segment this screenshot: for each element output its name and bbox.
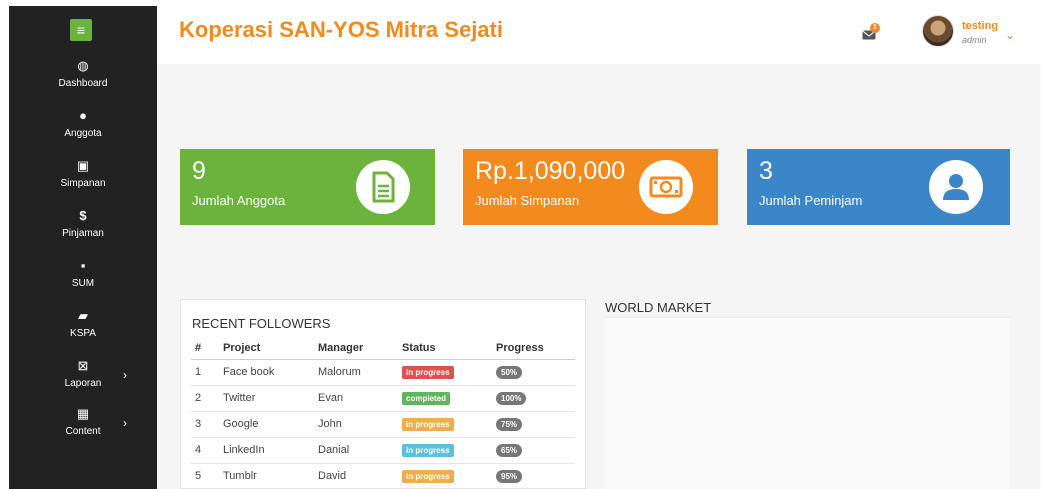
stat-value: Rp.1,090,000 bbox=[475, 157, 626, 185]
row-number: 2 bbox=[191, 385, 219, 412]
stat-label: Jumlah Peminjam bbox=[759, 193, 863, 208]
followers-table: # Project Manager Status Progress 1 Face… bbox=[191, 337, 575, 489]
table-row[interactable]: 1 Face book Malorum in progress 50% bbox=[191, 359, 575, 386]
money-bill-icon bbox=[639, 160, 693, 214]
sidebar-item-label: Pinjaman bbox=[62, 228, 104, 239]
row-number: 4 bbox=[191, 437, 219, 464]
progress-badge: 65% bbox=[496, 443, 523, 457]
chevron-right-icon: › bbox=[123, 416, 127, 430]
column-header: Project bbox=[219, 337, 314, 360]
manager-cell: Evan bbox=[314, 385, 398, 412]
sidebar-item-label: Simpanan bbox=[60, 178, 106, 189]
dollar-icon: $ bbox=[79, 208, 87, 223]
manager-cell: Malorum bbox=[314, 359, 398, 386]
user-name[interactable]: testing bbox=[962, 20, 998, 32]
sidebar-item-label: Laporan bbox=[64, 378, 102, 389]
project-cell: Tumblr bbox=[219, 463, 314, 489]
project-cell: Face book bbox=[219, 359, 314, 386]
user-circle-icon bbox=[929, 160, 983, 214]
table-row[interactable]: 3 Google John in progress 75% bbox=[191, 411, 575, 438]
progress-cell: 100% bbox=[492, 385, 575, 412]
document-icon bbox=[356, 160, 410, 214]
progress-badge: 100% bbox=[496, 391, 527, 405]
manager-cell: Danial bbox=[314, 437, 398, 464]
user-icon: ● bbox=[79, 108, 87, 123]
user-role: admin bbox=[962, 35, 987, 45]
stat-label: Jumlah Anggota bbox=[192, 193, 286, 208]
stat-label: Jumlah Simpanan bbox=[475, 193, 580, 208]
status-badge: in progress bbox=[402, 365, 454, 379]
column-header: # bbox=[191, 337, 219, 360]
sidebar-item-label: SUM bbox=[71, 278, 95, 289]
status-badge: in progress bbox=[402, 417, 454, 431]
sidebar-item-label: Content bbox=[65, 426, 101, 437]
column-header: Manager bbox=[314, 337, 398, 360]
world-market-map-area[interactable] bbox=[605, 317, 1010, 489]
sidebar-item-dashboard[interactable]: ◍ Dashboard bbox=[9, 58, 157, 104]
row-number: 1 bbox=[191, 359, 219, 386]
notification-badge: 1 bbox=[870, 23, 880, 33]
stat-card-simpanan[interactable]: Rp.1,090,000 Jumlah Simpanan bbox=[463, 149, 718, 225]
avatar[interactable] bbox=[922, 15, 954, 47]
stat-value: 3 bbox=[759, 157, 773, 185]
sidebar-item-label: Dashboard bbox=[58, 78, 108, 89]
sidebar-item-content[interactable]: ▦ Content › bbox=[9, 406, 157, 452]
status-badge: in progress bbox=[402, 443, 454, 457]
row-number: 3 bbox=[191, 411, 219, 438]
progress-cell: 75% bbox=[492, 411, 575, 438]
progress-badge: 50% bbox=[496, 365, 523, 379]
sidebar-item-anggota[interactable]: ● Anggota bbox=[9, 108, 157, 154]
chevron-down-icon[interactable]: ⌄ bbox=[1005, 28, 1015, 42]
status-cell: in progress bbox=[398, 359, 492, 386]
project-cell: Twitter bbox=[219, 385, 314, 412]
column-header: Status bbox=[398, 337, 492, 360]
manager-cell: John bbox=[314, 411, 398, 438]
recent-followers-panel: RECENT FOLLOWERS # Project Manager Statu… bbox=[180, 299, 586, 489]
progress-badge: 75% bbox=[496, 417, 523, 431]
manager-cell: David bbox=[314, 463, 398, 489]
table-row[interactable]: 5 Tumblr David in progress 95% bbox=[191, 463, 575, 489]
project-cell: LinkedIn bbox=[219, 437, 314, 464]
world-market-title: WORLD MARKET bbox=[605, 300, 712, 315]
sidebar-item-laporan[interactable]: ⊠ Laporan › bbox=[9, 358, 157, 404]
status-cell: in progress bbox=[398, 411, 492, 438]
sidebar-item-sum[interactable]: ▪ SUM bbox=[9, 258, 157, 304]
status-cell: completed bbox=[398, 385, 492, 412]
dashboard-icon: ◍ bbox=[77, 58, 89, 73]
table-header-row: # Project Manager Status Progress bbox=[191, 337, 575, 360]
status-cell: in progress bbox=[398, 437, 492, 464]
progress-cell: 65% bbox=[492, 437, 575, 464]
panel-title: RECENT FOLLOWERS bbox=[192, 316, 331, 331]
sidebar-item-label: Anggota bbox=[64, 128, 102, 139]
app-frame: ≡ ◍ Dashboard ● Anggota ▣ Simpanan $ Pin… bbox=[9, 6, 1041, 489]
sidebar-item-kspa[interactable]: ▰ KSPA bbox=[9, 308, 157, 354]
sidebar-item-pinjaman[interactable]: $ Pinjaman bbox=[9, 208, 157, 254]
sidebar: ≡ ◍ Dashboard ● Anggota ▣ Simpanan $ Pin… bbox=[9, 6, 157, 489]
table-row[interactable]: 2 Twitter Evan completed 100% bbox=[191, 385, 575, 412]
table-row[interactable]: 4 LinkedIn Danial in progress 65% bbox=[191, 437, 575, 464]
sidebar-item-label: KSPA bbox=[70, 328, 96, 339]
top-header: Koperasi SAN-YOS Mitra Sejati 1 testing … bbox=[157, 6, 1041, 64]
calendar-icon: ▦ bbox=[76, 406, 90, 421]
chevron-right-icon: › bbox=[123, 368, 127, 382]
excel-file-icon: ⊠ bbox=[77, 358, 89, 373]
column-header: Progress bbox=[492, 337, 575, 360]
progress-cell: 95% bbox=[492, 463, 575, 489]
progress-badge: 95% bbox=[496, 469, 523, 483]
stat-value: 9 bbox=[192, 157, 206, 185]
status-badge: completed bbox=[402, 391, 451, 405]
status-cell: in progress bbox=[398, 463, 492, 489]
brand-title[interactable]: Koperasi SAN-YOS Mitra Sejati bbox=[179, 17, 503, 43]
hamburger-icon[interactable]: ≡ bbox=[70, 19, 92, 41]
row-number: 5 bbox=[191, 463, 219, 489]
stat-card-peminjam[interactable]: 3 Jumlah Peminjam bbox=[747, 149, 1010, 225]
money-icon: ▣ bbox=[76, 158, 90, 173]
sidebar-item-simpanan[interactable]: ▣ Simpanan bbox=[9, 158, 157, 204]
project-cell: Google bbox=[219, 411, 314, 438]
book-icon: ▰ bbox=[78, 308, 88, 323]
progress-cell: 50% bbox=[492, 359, 575, 386]
stat-card-anggota[interactable]: 9 Jumlah Anggota bbox=[180, 149, 435, 225]
status-badge: in progress bbox=[402, 469, 454, 483]
file-icon: ▪ bbox=[80, 258, 86, 273]
